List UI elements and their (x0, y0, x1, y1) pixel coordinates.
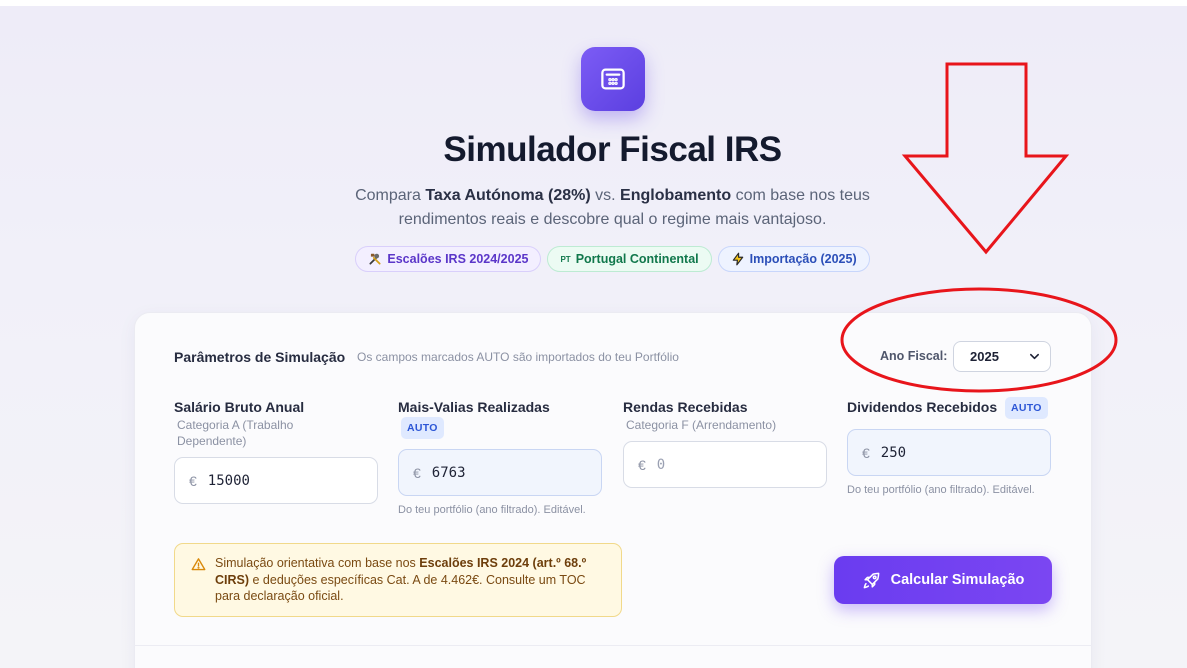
euro-icon: € (413, 464, 421, 481)
badge-importacao: Importação (2025) (717, 246, 870, 272)
rocket-icon (863, 572, 879, 588)
page-subtitle: Compara Taxa Autónoma (28%) vs. Englobam… (355, 187, 870, 228)
browser-top-strip (0, 0, 1187, 6)
salary-input[interactable]: € 15000 (174, 457, 378, 504)
page-title: Simulador Fiscal IRS (443, 130, 782, 169)
euro-icon: € (638, 456, 646, 473)
dividends-helper: Do teu portfólio (ano filtrado). Editáve… (847, 484, 1035, 496)
capital-gains-label: Mais-Valias Realizadas (398, 399, 550, 415)
lightning-icon (732, 252, 743, 266)
rent-input[interactable]: € 0 (623, 441, 827, 488)
capital-gains-input[interactable]: € 6763 (398, 449, 602, 496)
chevron-down-icon (1030, 353, 1039, 360)
fiscal-year-select[interactable]: 2025 (953, 341, 1051, 372)
rent-sublabel: Categoria F (Arrendamento) (626, 418, 777, 432)
euro-icon: € (189, 472, 197, 489)
badge-portugal: PT Portugal Continental (547, 246, 712, 272)
calculator-icon (601, 68, 625, 90)
badge-escaloes: Escalões IRS 2024/2025 (355, 246, 542, 272)
auto-tag: AUTO (401, 417, 444, 439)
calculator-logo (581, 47, 645, 111)
disclaimer-notice: Simulação orientativa com base nos Escal… (174, 543, 622, 617)
salary-label: Salário Bruto Anual (174, 399, 305, 415)
dividends-input[interactable]: € 250 (847, 429, 1051, 476)
params-title: Parâmetros de Simulação (174, 349, 346, 365)
pt-flag-icon: PT (560, 254, 571, 264)
salary-sublabel: Categoria A (Trabalho Dependente) (177, 418, 294, 448)
tools-icon (369, 253, 381, 265)
params-hint: Os campos marcados AUTO são importados d… (357, 350, 679, 364)
fiscal-year-label: Ano Fiscal: (880, 349, 948, 363)
badge-row: Escalões IRS 2024/2025 PT Portugal Conti… (0, 246, 1187, 272)
capital-gains-helper: Do teu portfólio (ano filtrado). Editáve… (398, 504, 586, 516)
auto-tag: AUTO (1005, 397, 1048, 419)
rent-label: Rendas Recebidas (623, 399, 748, 415)
calculate-button[interactable]: Calcular Simulação (834, 556, 1052, 604)
card-divider (134, 645, 1092, 646)
dividends-label: Dividendos Recebidos (847, 399, 998, 415)
warning-icon (191, 558, 206, 571)
euro-icon: € (862, 444, 870, 461)
